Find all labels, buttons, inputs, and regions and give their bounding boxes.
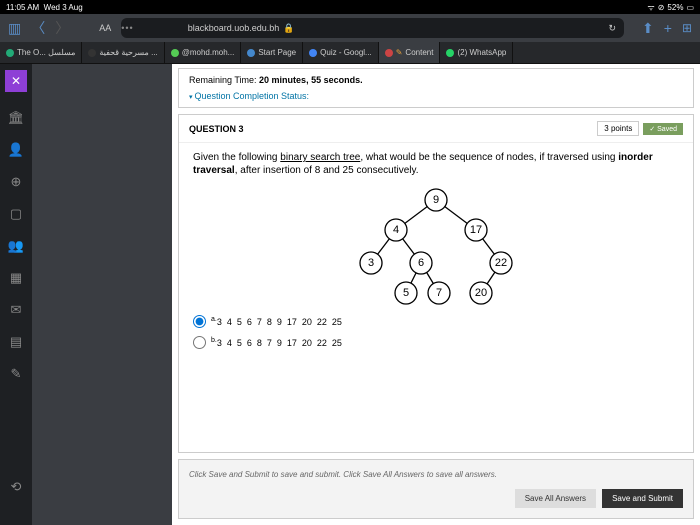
sidebar-toggle-icon[interactable]: ▥ bbox=[8, 20, 21, 37]
save-all-button[interactable]: Save All Answers bbox=[515, 489, 596, 508]
radio-b[interactable] bbox=[193, 336, 206, 349]
tab-6[interactable]: (2) WhatsApp bbox=[440, 42, 513, 63]
save-submit-button[interactable]: Save and Submit bbox=[602, 489, 683, 508]
text-size-button[interactable]: AA bbox=[99, 23, 111, 33]
battery-icon: ▭ bbox=[686, 3, 694, 12]
svg-text:22: 22 bbox=[495, 257, 507, 269]
question-box: QUESTION 3 3 points ✓ Saved Given the fo… bbox=[178, 114, 694, 453]
completion-status-toggle[interactable]: Question Completion Status: bbox=[189, 91, 683, 101]
lock-icon: 🔒 bbox=[283, 23, 294, 34]
new-tab-icon[interactable]: + bbox=[664, 20, 672, 36]
blackboard-sidebar: ✕ 🏛 👤 ⊕ ▢ 👥 ▦ ✉ ▤ ✎ ⟲ bbox=[0, 64, 32, 525]
share-icon[interactable]: ⬆ bbox=[642, 20, 654, 37]
svg-text:9: 9 bbox=[433, 194, 439, 206]
tab-icon bbox=[88, 49, 96, 57]
compass-icon bbox=[247, 49, 255, 57]
tab-icon bbox=[171, 49, 179, 57]
reload-icon[interactable]: ↻ bbox=[608, 23, 616, 34]
messages-icon[interactable]: ✉ bbox=[11, 302, 22, 318]
svg-text:7: 7 bbox=[436, 287, 442, 299]
courses-icon[interactable]: ▢ bbox=[10, 206, 22, 222]
svg-text:4: 4 bbox=[393, 224, 399, 236]
tools-icon[interactable]: ✎ bbox=[11, 366, 22, 382]
timer-box: Remaining Time: 20 minutes, 55 seconds. … bbox=[178, 68, 694, 108]
question-text: Given the following binary search tree, … bbox=[193, 151, 679, 177]
points-label: 3 points bbox=[597, 121, 639, 136]
svg-text:3: 3 bbox=[368, 257, 374, 269]
google-icon bbox=[309, 49, 317, 57]
tabs-overview-icon[interactable]: ⊞ bbox=[682, 21, 692, 35]
more-icon: ••• bbox=[121, 23, 133, 33]
tab-5[interactable]: ✎Content bbox=[379, 42, 441, 63]
svg-text:5: 5 bbox=[403, 287, 409, 299]
forward-icon: 〉 bbox=[55, 18, 69, 38]
option-a[interactable]: a.3 4 5 6 7 8 9 17 20 22 25 bbox=[193, 315, 679, 328]
blackboard-icon bbox=[385, 49, 393, 57]
status-bar: 11:05 AM Wed 3 Aug ᯤ ⊘ 52% ▭ bbox=[0, 0, 700, 14]
institution-icon[interactable]: 🏛 bbox=[8, 110, 25, 126]
tab-1[interactable]: مسرحية قحفية ... bbox=[82, 42, 164, 63]
submit-footer: Click Save and Submit to save and submit… bbox=[178, 459, 694, 519]
tab-4[interactable]: Quiz - Googl... bbox=[303, 42, 379, 63]
browser-toolbar: ▥ 〈 〉 AA ••• blackboard.uob.edu.bh 🔒 ↻ ⬆… bbox=[0, 14, 700, 42]
globe-icon bbox=[6, 49, 14, 57]
svg-text:6: 6 bbox=[418, 257, 424, 269]
quiz-panel: Remaining Time: 20 minutes, 55 seconds. … bbox=[172, 64, 700, 525]
back-icon[interactable]: 〈 bbox=[31, 18, 45, 38]
status-time: 11:05 AM bbox=[6, 3, 39, 12]
calendar-icon[interactable]: ▦ bbox=[10, 270, 22, 286]
close-button[interactable]: ✕ bbox=[5, 70, 27, 92]
tabs-bar: The O... مسلسل مسرحية قحفية ... @mohd.mo… bbox=[0, 42, 700, 64]
orientation-lock-icon: ⊘ bbox=[658, 3, 665, 12]
binary-tree-diagram: 9 4 17 3 6 22 5 7 20 bbox=[331, 185, 541, 305]
tab-0[interactable]: The O... مسلسل bbox=[0, 42, 82, 63]
activity-icon[interactable]: ⊕ bbox=[11, 174, 22, 190]
profile-icon[interactable]: 👤 bbox=[8, 142, 24, 158]
organizations-icon[interactable]: 👥 bbox=[8, 238, 24, 254]
svg-text:20: 20 bbox=[475, 287, 487, 299]
radio-a[interactable] bbox=[193, 315, 206, 328]
wifi-icon: ᯤ bbox=[647, 2, 654, 13]
question-number: QUESTION 3 bbox=[189, 124, 244, 134]
tab-2[interactable]: @mohd.moh... bbox=[165, 42, 242, 63]
status-date: Wed 3 Aug bbox=[44, 3, 83, 12]
svg-text:17: 17 bbox=[470, 224, 482, 236]
whatsapp-icon bbox=[446, 49, 454, 57]
saved-badge: ✓ Saved bbox=[643, 123, 683, 135]
battery-pct: 52% bbox=[667, 3, 683, 12]
url-bar[interactable]: ••• blackboard.uob.edu.bh 🔒 ↻ bbox=[121, 18, 624, 38]
grades-icon[interactable]: ▤ bbox=[10, 334, 22, 350]
signout-icon[interactable]: ⟲ bbox=[11, 479, 22, 495]
edit-icon: ✎ bbox=[396, 48, 403, 57]
tab-3[interactable]: Start Page bbox=[241, 42, 303, 63]
footer-hint: Click Save and Submit to save and submit… bbox=[189, 470, 683, 479]
url-text: blackboard.uob.edu.bh bbox=[188, 23, 280, 33]
option-b[interactable]: b.3 4 5 6 8 7 9 17 20 22 25 bbox=[193, 336, 679, 349]
